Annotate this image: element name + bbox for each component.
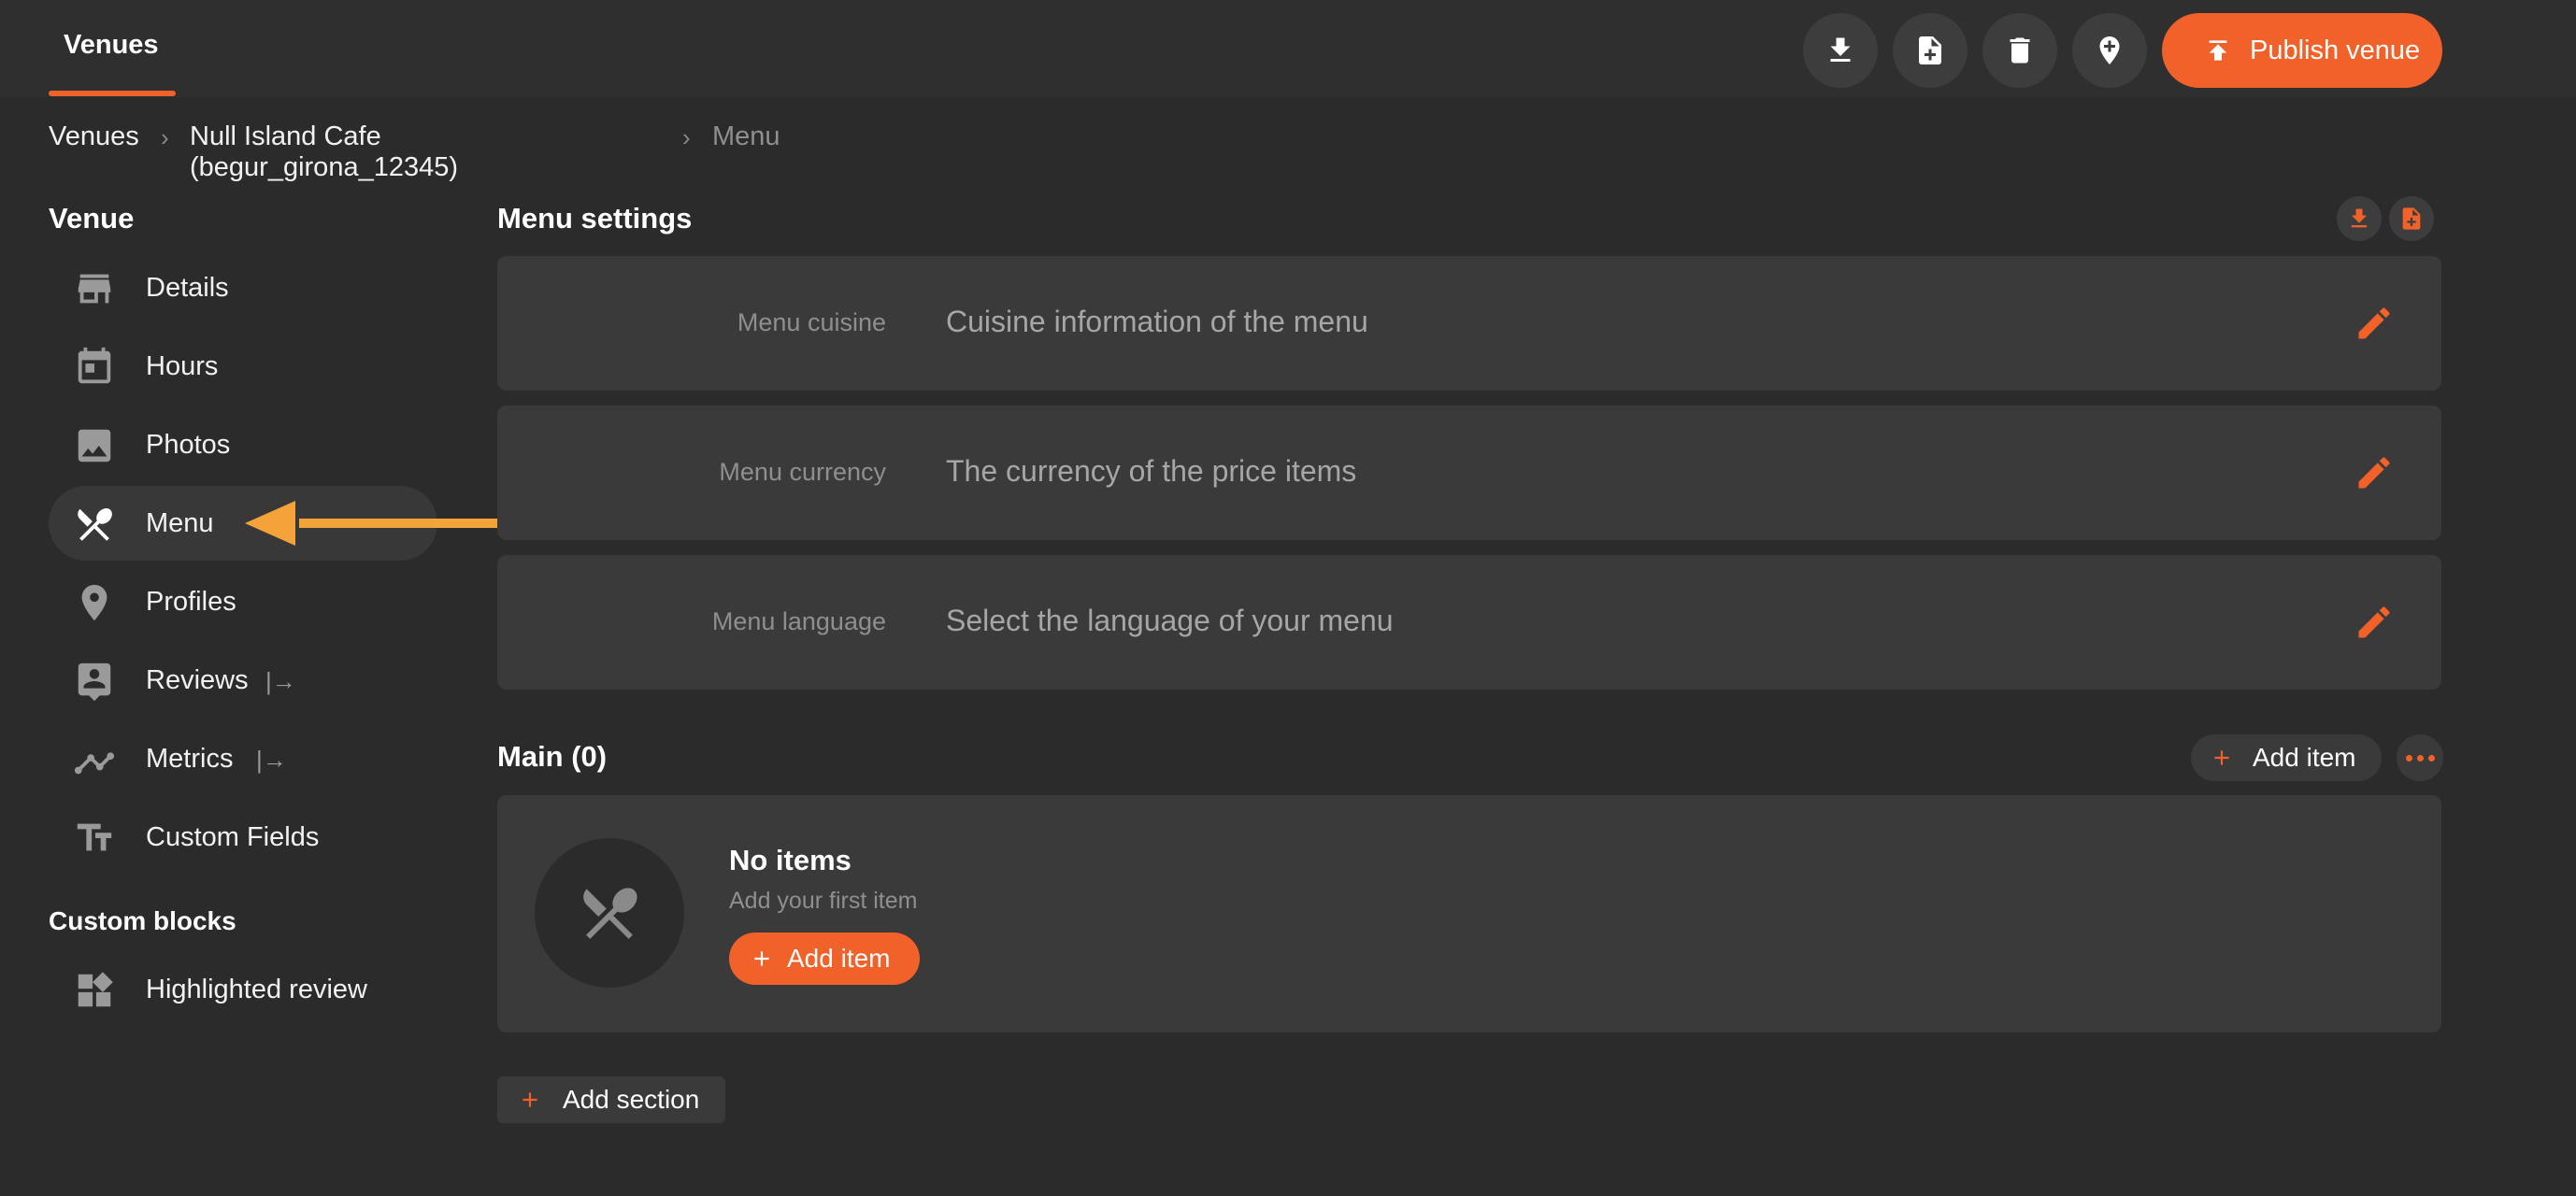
new-document-icon bbox=[1919, 36, 1941, 64]
sidebar-item-label: Reviews bbox=[146, 665, 249, 695]
empty-add-item-label: Add item bbox=[787, 944, 891, 973]
location-pin-icon bbox=[81, 584, 107, 621]
publish-icon bbox=[2209, 40, 2227, 61]
sidebar-item-label: Metrics bbox=[146, 744, 234, 774]
settings-new-document-button[interactable] bbox=[2389, 196, 2434, 241]
sidebar-item-label: Hours bbox=[146, 351, 219, 381]
setting-value: The currency of the price items bbox=[946, 454, 1357, 488]
setting-value: Select the language of your menu bbox=[946, 604, 1394, 637]
plus-icon bbox=[2214, 750, 2229, 765]
download-icon bbox=[2351, 208, 2368, 228]
add-section-label: Add section bbox=[563, 1085, 700, 1114]
section-title: Main (0) bbox=[497, 740, 608, 773]
calendar-icon bbox=[78, 347, 111, 384]
setting-value: Cuisine information of the menu bbox=[946, 305, 1368, 338]
setting-label: Menu cuisine bbox=[737, 308, 886, 336]
publish-venue-label: Publish venue bbox=[2250, 35, 2421, 65]
empty-state: No items Add your first item Add item bbox=[497, 795, 2441, 1032]
reviews-icon bbox=[78, 662, 111, 702]
utensils-icon bbox=[78, 508, 112, 541]
empty-state-title: No items bbox=[729, 844, 852, 876]
sidebar-item-photos[interactable]: Photos bbox=[49, 407, 437, 482]
sidebar-item-reviews[interactable]: Reviews |→ bbox=[49, 643, 437, 718]
new-document-icon bbox=[2402, 207, 2421, 230]
sidebar-item-label: Custom Fields bbox=[146, 822, 320, 852]
chevron-right-icon: › bbox=[682, 123, 691, 151]
pencil-icon[interactable] bbox=[2354, 602, 2395, 643]
empty-state-subtitle: Add your first item bbox=[729, 888, 918, 914]
publish-venue-button[interactable]: Publish venue bbox=[2162, 13, 2442, 88]
trash-icon bbox=[2010, 37, 2030, 64]
sidebar-item-custom-fields[interactable]: Custom Fields bbox=[49, 800, 437, 875]
sidebar-heading: Venue bbox=[49, 202, 135, 235]
sidebar-item-highlighted-review[interactable]: Highlighted review bbox=[49, 952, 437, 1027]
chevron-right-icon: › bbox=[161, 123, 169, 151]
empty-state-illustration bbox=[535, 838, 684, 988]
breadcrumb-venues[interactable]: Venues bbox=[49, 121, 139, 152]
setting-label: Menu language bbox=[711, 607, 886, 635]
setting-menu-currency[interactable]: Menu currency The currency of the price … bbox=[497, 406, 2441, 540]
external-link-icon: |→ bbox=[256, 746, 287, 774]
sidebar-item-label: Profiles bbox=[146, 587, 236, 617]
sidebar-item-metrics[interactable]: Metrics |→ bbox=[49, 721, 437, 796]
sidebar-item-label: Highlighted review bbox=[146, 975, 367, 1004]
pencil-icon[interactable] bbox=[2354, 452, 2395, 493]
more-options-button[interactable] bbox=[2397, 734, 2443, 781]
text-fields-icon bbox=[77, 823, 112, 851]
download-icon bbox=[1830, 37, 1851, 62]
breadcrumb-venue-name[interactable]: Null Island Cafe (begur_girona_12345) bbox=[190, 121, 458, 183]
add-section-button[interactable]: Add section bbox=[497, 1076, 725, 1123]
breadcrumb-current: Menu bbox=[712, 121, 780, 151]
pencil-icon[interactable] bbox=[2354, 303, 2395, 344]
new-document-button[interactable] bbox=[1893, 13, 1968, 88]
sidebar-item-hours[interactable]: Hours bbox=[49, 329, 437, 404]
utensils-icon bbox=[583, 888, 637, 939]
widgets-icon bbox=[78, 972, 113, 1007]
storefront-icon bbox=[78, 274, 111, 304]
sidebar-item-label: Details bbox=[146, 273, 229, 303]
image-icon bbox=[78, 429, 111, 463]
add-item-button[interactable]: Add item bbox=[2191, 734, 2382, 781]
sidebar-item-label: Photos bbox=[146, 430, 231, 460]
plus-icon bbox=[754, 951, 769, 966]
tab-active-indicator bbox=[49, 91, 176, 96]
plus-icon bbox=[522, 1092, 537, 1107]
sidebar-item-profiles[interactable]: Profiles bbox=[49, 564, 437, 639]
tab-venues[interactable]: Venues bbox=[49, 0, 176, 97]
add-location-button[interactable] bbox=[2072, 13, 2147, 88]
more-dots-icon bbox=[2405, 754, 2412, 762]
delete-button[interactable] bbox=[1982, 13, 2057, 88]
settings-download-button[interactable] bbox=[2337, 196, 2382, 241]
external-link-icon: |→ bbox=[265, 667, 296, 695]
empty-add-item-button[interactable]: Add item bbox=[729, 933, 920, 985]
add-location-icon bbox=[2099, 36, 2120, 64]
add-item-label: Add item bbox=[2253, 743, 2356, 772]
tab-venues-label: Venues bbox=[64, 30, 159, 60]
setting-menu-language[interactable]: Menu language Select the language of you… bbox=[497, 555, 2441, 690]
menu-settings-title: Menu settings bbox=[497, 202, 693, 235]
sidebar-item-details[interactable]: Details bbox=[49, 250, 437, 325]
custom-blocks-heading: Custom blocks bbox=[49, 906, 236, 935]
download-button[interactable] bbox=[1803, 13, 1878, 88]
setting-label: Menu currency bbox=[719, 458, 886, 486]
setting-menu-cuisine[interactable]: Menu cuisine Cuisine information of the … bbox=[497, 256, 2441, 391]
metrics-icon bbox=[74, 752, 115, 775]
sidebar-item-label: Menu bbox=[146, 508, 214, 538]
